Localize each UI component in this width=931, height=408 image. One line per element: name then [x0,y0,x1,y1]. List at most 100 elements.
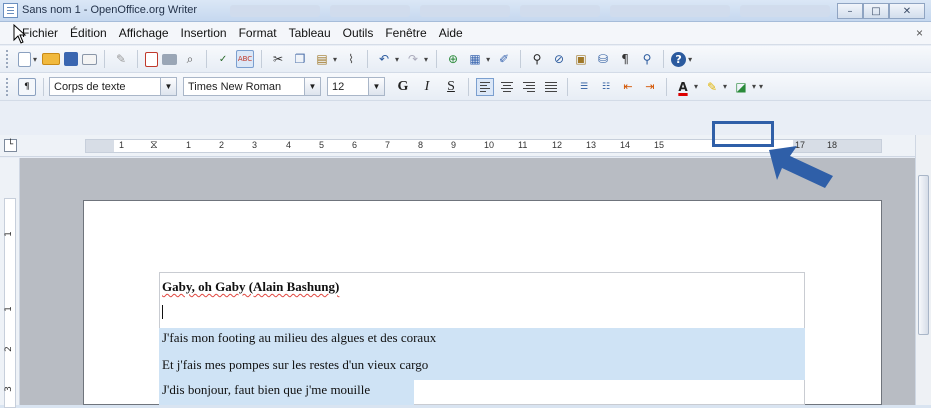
dropdown-arrow-icon[interactable]: ▾ [33,55,37,64]
undo-icon[interactable]: ↶ [375,50,393,68]
menu-insertion[interactable]: Insertion [175,26,233,40]
dropdown-arrow-icon[interactable]: ▾ [486,55,490,64]
export-pdf-icon[interactable] [145,51,159,67]
menu-outils[interactable]: Outils [337,26,380,40]
clone-format-icon[interactable]: ⌇ [342,50,360,68]
dropdown-arrow-icon[interactable]: ▾ [395,55,399,64]
copy-icon[interactable]: ❐ [291,50,309,68]
print-preview-icon[interactable]: ⌕ [181,50,199,68]
font-color-icon[interactable]: A [674,78,692,96]
hyperlink-icon[interactable]: ⊕ [444,50,462,68]
vertical-ruler[interactable]: 1 1 2 3 [4,198,16,408]
table-icon[interactable]: ▦ [466,50,484,68]
formatting-toolbar: ¶ Corps de texte ▼ Times New Roman ▼ 12 … [0,73,931,101]
edit-icon[interactable]: ✎ [112,50,130,68]
ruler-number: 4 [286,140,292,150]
paragraph-style-select[interactable]: Corps de texte ▼ [49,77,177,96]
dropdown-arrow-icon[interactable]: ▾ [424,55,428,64]
menu-fenetre[interactable]: Fenêtre [379,26,432,40]
maximize-button[interactable]: □ [863,3,889,19]
dropdown-arrow-icon[interactable]: ▾ [723,82,727,91]
help-icon[interactable]: ? [671,51,687,67]
toolbar-separator [206,50,208,68]
dropdown-arrow-icon[interactable]: ▾ [752,82,756,91]
styles-icon[interactable]: ¶ [18,77,36,96]
document-line[interactable]: J'fais mon footing au milieu des algues … [162,330,436,346]
align-right-button[interactable] [520,78,538,96]
ruler-number: 13 [586,140,597,150]
redo-icon[interactable]: ↷ [404,50,422,68]
close-button[interactable]: ✕ [889,3,925,19]
ruler-number: 9 [451,140,457,150]
bullets-icon[interactable]: ☷ [597,78,615,96]
writer-window: Sans nom 1 - OpenOffice.org Writer – □ ✕… [0,0,931,408]
ruler-number: 3 [252,140,258,150]
dropdown-arrow-icon[interactable]: ▾ [333,55,337,64]
navigator-icon[interactable]: ⊘ [550,50,568,68]
vruler-number: 1 [3,231,14,237]
bold-button[interactable]: G [394,78,412,96]
document-heading[interactable]: Gaby, oh Gaby (Alain Bashung) [162,279,339,295]
toolbar-separator [261,50,263,68]
email-icon[interactable] [82,53,98,65]
font-name-value: Times New Roman [188,80,282,93]
find-icon[interactable]: ⚲ [528,50,546,68]
align-center-button[interactable] [498,78,516,96]
formatting-marks-icon[interactable]: ¶ [616,50,634,68]
ruler-number: 5 [319,140,325,150]
print-icon[interactable] [162,53,178,65]
text-cursor [162,305,163,319]
chevron-down-icon[interactable]: ▼ [160,78,176,95]
ruler-number: 7 [385,140,391,150]
vertical-scrollbar[interactable] [915,135,931,405]
draw-icon[interactable]: ✐ [495,50,513,68]
underline-button[interactable]: S [442,78,460,96]
zoom-icon[interactable]: ⚲ [638,50,656,68]
background-color-icon[interactable]: ◪ [732,78,750,96]
cut-icon[interactable]: ✂ [269,50,287,68]
numbering-icon[interactable]: ☰ [575,78,593,96]
align-left-button[interactable] [476,77,494,96]
toolbar-overflow-icon[interactable]: ▾ [759,82,763,91]
open-icon[interactable] [42,53,61,65]
justify-button[interactable] [542,78,560,96]
close-document-button[interactable]: × [916,26,923,40]
ruler-number: 12 [552,140,563,150]
save-icon[interactable] [64,52,79,66]
menu-edition[interactable]: Édition [64,26,113,40]
scrollbar-thumb[interactable] [918,175,929,335]
new-doc-icon[interactable] [18,51,31,67]
chevron-down-icon[interactable]: ▼ [368,78,384,95]
minimize-button[interactable]: – [837,3,863,19]
menu-affichage[interactable]: Affichage [113,26,175,40]
document-line[interactable]: Et j'fais mes pompes sur les restes d'un… [162,357,428,373]
writer-app-icon [3,3,18,18]
chevron-down-icon[interactable]: ▼ [304,78,320,95]
paste-icon[interactable]: ▤ [313,50,331,68]
menu-format[interactable]: Format [233,26,283,40]
gallery-icon[interactable]: ▣ [572,50,590,68]
spellcheck-icon[interactable]: ✓ [214,50,232,68]
autospell-icon[interactable]: ABC [236,50,255,68]
toolbar-grip[interactable] [6,77,10,96]
datasource-icon[interactable]: ⛁ [594,50,612,68]
blurred-taskbar-item [330,5,410,17]
italic-button[interactable]: I [418,78,436,96]
highlight-icon[interactable]: ✎ [703,78,721,96]
menu-aide[interactable]: Aide [433,26,469,40]
font-size-select[interactable]: 12 ▼ [327,77,385,96]
indent-marker-icon[interactable]: ⧖ [150,139,158,152]
decrease-indent-icon[interactable]: ⇤ [619,78,637,96]
blurred-taskbar-item [610,5,730,17]
ruler-number: 14 [620,140,631,150]
menu-tableau[interactable]: Tableau [283,26,337,40]
font-name-select[interactable]: Times New Roman ▼ [183,77,321,96]
document-line[interactable]: J'dis bonjour, faut bien que j'me mouill… [162,382,370,398]
toolbar-grip[interactable] [6,50,10,68]
increase-indent-icon[interactable]: ⇥ [641,78,659,96]
tab-stop-selector[interactable]: └ [4,139,17,152]
toolbar-separator [520,50,522,68]
title-bar: Sans nom 1 - OpenOffice.org Writer – □ ✕ [0,0,931,22]
dropdown-arrow-icon[interactable]: ▾ [694,82,698,91]
toolbar-overflow-icon[interactable]: ▾ [688,55,692,64]
